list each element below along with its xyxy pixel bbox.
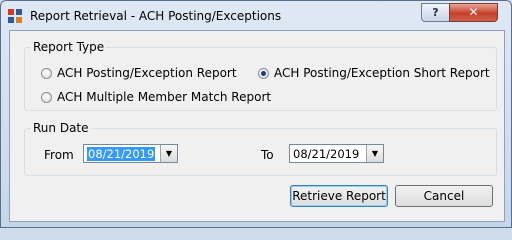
dropdown-arrow-icon[interactable]: ▼ [366, 145, 383, 162]
to-date-picker[interactable]: 08/21/2019 ▼ [289, 144, 384, 163]
radio-label: ACH Posting/Exception Report [57, 66, 237, 80]
run-date-legend: Run Date [31, 121, 91, 135]
radio-ach-multiple-member-match[interactable]: ACH Multiple Member Match Report [41, 90, 271, 104]
retrieve-report-button[interactable]: Retrieve Report [290, 185, 388, 207]
close-button[interactable]: ✕ [449, 3, 498, 22]
radio-label: ACH Posting/Exception Short Report [274, 66, 490, 80]
dialog-body: Report Type ACH Posting/Exception Report… [9, 30, 505, 222]
cancel-button[interactable]: Cancel [395, 185, 493, 207]
radio-button-icon[interactable] [41, 67, 52, 79]
radio-label: ACH Multiple Member Match Report [57, 90, 272, 104]
report-type-group: Report Type ACH Posting/Exception Report… [24, 40, 497, 111]
title-bar[interactable]: Report Retrieval - ACH Posting/Exception… [1, 1, 511, 31]
run-date-group: Run Date From 08/21/2019 ▼ To 08/21/2019… [24, 121, 497, 176]
window-title: Report Retrieval - ACH Posting/Exception… [30, 9, 282, 23]
to-date-value[interactable]: 08/21/2019 [293, 147, 359, 161]
from-date-value[interactable]: 08/21/2019 [87, 147, 156, 161]
dropdown-arrow-icon[interactable]: ▼ [160, 145, 177, 162]
dialog-window: Report Retrieval - ACH Posting/Exception… [0, 0, 512, 228]
report-type-legend: Report Type [31, 40, 107, 54]
from-date-picker[interactable]: 08/21/2019 ▼ [83, 144, 178, 163]
app-logo-icon [7, 8, 23, 24]
help-button[interactable]: ? [421, 3, 450, 22]
radio-ach-posting-exception-short[interactable]: ACH Posting/Exception Short Report [258, 66, 490, 80]
to-label: To [261, 148, 274, 162]
close-icon: ✕ [468, 5, 479, 19]
radio-ach-posting-exception[interactable]: ACH Posting/Exception Report [41, 66, 237, 80]
radio-button-checked-icon[interactable] [258, 67, 269, 79]
from-label: From [44, 148, 74, 162]
radio-button-icon[interactable] [41, 91, 52, 103]
